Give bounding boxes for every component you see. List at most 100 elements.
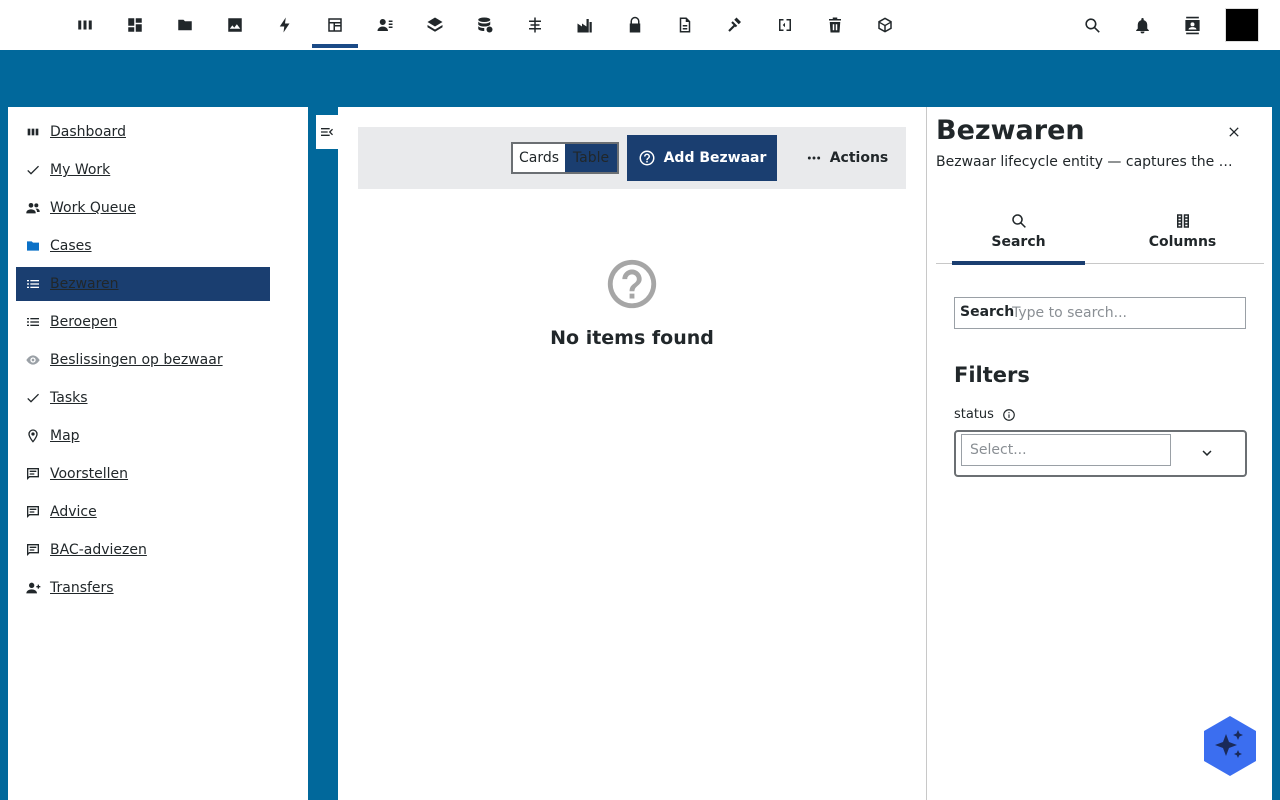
sidebar-item-label: Beslissingen op bezwaar [50, 352, 223, 368]
sidebar-item-label: Voorstellen [50, 466, 129, 482]
tab-columns-label: Columns [1148, 234, 1217, 250]
sidebar-item-map[interactable]: Map [16, 419, 270, 453]
comment-icon [16, 466, 50, 482]
app-folder-icon[interactable] [162, 0, 208, 50]
add-bezwaar-button[interactable]: Add Bezwaar [627, 135, 777, 181]
app-grid-icon[interactable] [112, 0, 158, 50]
app-tools-icon[interactable] [512, 0, 558, 50]
add-bezwaar-label: Add Bezwaar [663, 150, 767, 166]
actions-button[interactable]: Actions [797, 135, 897, 181]
chevron-down-icon[interactable] [1198, 444, 1218, 464]
app-lock-icon[interactable] [612, 0, 658, 50]
eye-icon [16, 352, 50, 368]
folder-icon [16, 238, 50, 254]
tab-search[interactable]: Search [952, 199, 1085, 265]
more-horizontal-icon [807, 156, 820, 160]
panel-subtitle: Bezwaar lifecycle entity — captures the … [936, 154, 1236, 170]
map-pin-icon [16, 428, 50, 444]
comment-icon [16, 504, 50, 520]
check-icon [16, 162, 50, 178]
help-circle-icon [639, 150, 655, 166]
sidebar-item-bezwaren[interactable]: Bezwaren [16, 267, 270, 301]
filters-title: Filters [954, 363, 1030, 387]
columns-icon [1176, 214, 1189, 228]
view-toggle: Cards Table [511, 142, 619, 174]
app-database-icon[interactable] [462, 0, 508, 50]
sidebar-item-bac-adviezen[interactable]: BAC-adviezen [16, 533, 270, 567]
top-app-bar [0, 0, 1280, 50]
list-icon [16, 276, 50, 292]
sidebar-item-label: Transfers [50, 580, 114, 596]
sidebar-item-label: Beroepen [50, 314, 118, 330]
sidebar-item-label: Map [50, 428, 80, 444]
avatar[interactable] [1225, 8, 1259, 42]
collapse-sidebar-button[interactable] [316, 115, 338, 149]
sidebar-item-label: My Work [50, 162, 111, 178]
app-dashboard-icon[interactable] [62, 0, 108, 50]
sidebar-item-label: Dashboard [50, 124, 126, 140]
app-image-icon[interactable] [212, 0, 258, 50]
view-cards-option[interactable]: Cards [513, 144, 565, 172]
dashboard-icon [16, 124, 50, 140]
app-cube-icon[interactable] [862, 0, 908, 50]
list-icon [16, 314, 50, 330]
side-panel: Bezwaren Bezwaar lifecycle entity — capt… [926, 107, 1272, 800]
tab-columns[interactable]: Columns [1116, 199, 1249, 263]
toolbar: Cards Table Add Bezwaar Actions [358, 127, 906, 189]
app-document-icon[interactable] [662, 0, 708, 50]
check-icon [16, 390, 50, 406]
contacts-icon[interactable] [1172, 0, 1212, 50]
app-trash-icon[interactable] [812, 0, 858, 50]
ai-assistant-button[interactable] [1202, 714, 1258, 778]
app-factory-icon[interactable] [562, 0, 608, 50]
filter-status-text: status [954, 407, 994, 422]
empty-state-text: No items found [550, 327, 714, 349]
search-field: Search [954, 297, 1246, 329]
actions-label: Actions [829, 150, 889, 166]
app-layers-icon[interactable] [412, 0, 458, 50]
person-add-icon [16, 580, 50, 596]
comment-icon [16, 542, 50, 558]
sidebar-item-label: Tasks [50, 390, 88, 406]
panel-title: Bezwaren [936, 115, 1085, 146]
sidebar-item-label: BAC-adviezen [50, 542, 147, 558]
filter-status-label: status [954, 407, 1016, 422]
search-icon[interactable] [1072, 0, 1112, 50]
search-field-label: Search [960, 304, 1015, 320]
app-table-icon[interactable] [312, 0, 358, 50]
app-bolt-icon[interactable] [262, 0, 308, 50]
sidebar-item-beroepen[interactable]: Beroepen [16, 305, 270, 339]
sidebar-item-label: Cases [50, 238, 92, 254]
close-panel-button[interactable] [1223, 121, 1245, 143]
app-person-list-icon[interactable] [362, 0, 408, 50]
sidebar-item-label: Work Queue [50, 200, 136, 216]
collapse-menu-icon [321, 128, 333, 136]
view-table-option[interactable]: Table [565, 144, 617, 172]
sidebar-item-label: Bezwaren [50, 276, 119, 292]
search-icon [1011, 214, 1026, 228]
sidebar-item-dashboard[interactable]: Dashboard [16, 115, 270, 149]
sidebar-item-my-work[interactable]: My Work [16, 153, 270, 187]
tab-search-label: Search [991, 234, 1046, 250]
empty-state: No items found [338, 255, 926, 349]
sidebar-item-transfers[interactable]: Transfers [16, 571, 270, 605]
sidebar-item-voorstellen[interactable]: Voorstellen [16, 457, 270, 491]
sparkles-icon [1204, 716, 1256, 776]
notifications-icon[interactable] [1122, 0, 1162, 50]
app-gavel-icon[interactable] [712, 0, 758, 50]
status-select-input[interactable]: Select... [961, 434, 1171, 466]
sidebar-item-label: Advice [50, 504, 97, 520]
app-code-icon[interactable] [762, 0, 808, 50]
sidebar-item-tasks[interactable]: Tasks [16, 381, 270, 415]
status-select[interactable]: Select... [954, 430, 1247, 477]
info-icon[interactable] [1002, 408, 1016, 422]
sidebar-item-work-queue[interactable]: Work Queue [16, 191, 270, 225]
panel-tabs: Search Columns [936, 199, 1264, 265]
sidebar-item-advice[interactable]: Advice [16, 495, 270, 529]
sidebar-nav: Dashboard My Work Work Queue Cases Bezwa… [8, 107, 308, 800]
sidebar-item-beslissingen-op-bezwaar[interactable]: Beslissingen op bezwaar [16, 343, 270, 377]
people-icon [16, 200, 50, 216]
help-circle-icon [607, 259, 657, 309]
main-content: Cards Table Add Bezwaar Actions No items… [338, 107, 926, 800]
sidebar-item-cases[interactable]: Cases [16, 229, 270, 263]
